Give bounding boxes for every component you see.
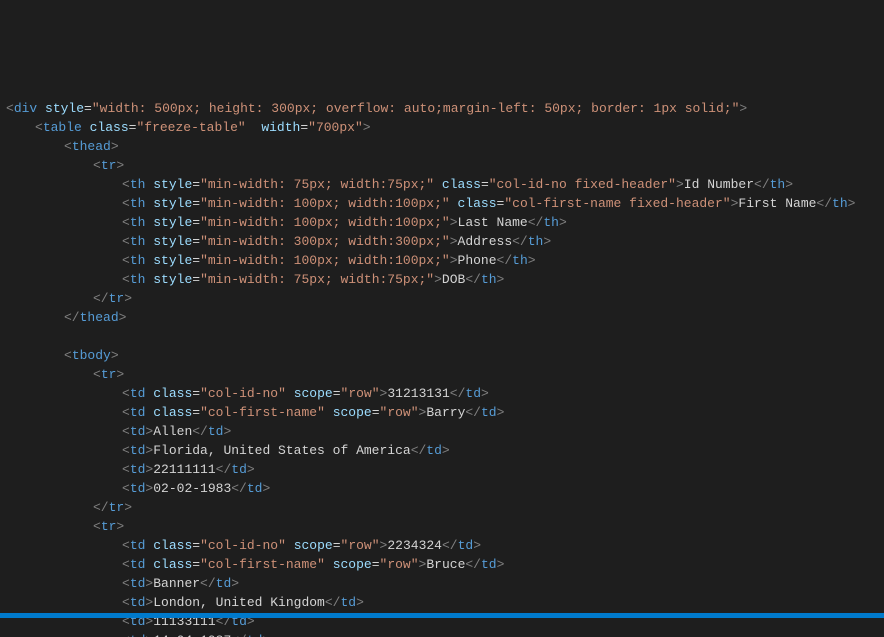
- code-line[interactable]: <td class="col-id-no" scope="row">312131…: [0, 384, 884, 403]
- code-line[interactable]: </thead>: [0, 308, 884, 327]
- code-editor[interactable]: <div style="width: 500px; height: 300px;…: [0, 95, 884, 637]
- code-line[interactable]: <td class="col-first-name" scope="row">B…: [0, 555, 884, 574]
- code-line[interactable]: <td>14-04-1987</td>: [0, 631, 884, 637]
- code-line[interactable]: <th style="min-width: 75px; width:75px;"…: [0, 270, 884, 289]
- code-line[interactable]: <tr>: [0, 156, 884, 175]
- code-line[interactable]: <th style="min-width: 100px; width:100px…: [0, 213, 884, 232]
- code-line[interactable]: <td class="col-first-name" scope="row">B…: [0, 403, 884, 422]
- code-line[interactable]: </tr>: [0, 498, 884, 517]
- code-line[interactable]: </tr>: [0, 289, 884, 308]
- code-line[interactable]: <table class="freeze-table" width="700px…: [0, 118, 884, 137]
- code-line[interactable]: <td>Allen</td>: [0, 422, 884, 441]
- code-line[interactable]: <tr>: [0, 365, 884, 384]
- code-line[interactable]: <th style="min-width: 300px; width:300px…: [0, 232, 884, 251]
- code-line[interactable]: <td>London, United Kingdom</td>: [0, 593, 884, 612]
- code-line[interactable]: <td class="col-id-no" scope="row">223432…: [0, 536, 884, 555]
- code-line[interactable]: <div style="width: 500px; height: 300px;…: [0, 99, 884, 118]
- code-line[interactable]: <td>Banner</td>: [0, 574, 884, 593]
- code-line[interactable]: <tbody>: [0, 346, 884, 365]
- code-line[interactable]: <td>02-02-1983</td>: [0, 479, 884, 498]
- code-line[interactable]: <td>Florida, United States of America</t…: [0, 441, 884, 460]
- code-line[interactable]: <th style="min-width: 100px; width:100px…: [0, 251, 884, 270]
- code-line[interactable]: <th style="min-width: 75px; width:75px;"…: [0, 175, 884, 194]
- code-line[interactable]: <td>22111111</td>: [0, 460, 884, 479]
- code-line[interactable]: <tr>: [0, 517, 884, 536]
- code-line[interactable]: <thead>: [0, 137, 884, 156]
- code-line[interactable]: [0, 327, 884, 346]
- code-line[interactable]: <th style="min-width: 100px; width:100px…: [0, 194, 884, 213]
- status-bar[interactable]: [0, 613, 884, 618]
